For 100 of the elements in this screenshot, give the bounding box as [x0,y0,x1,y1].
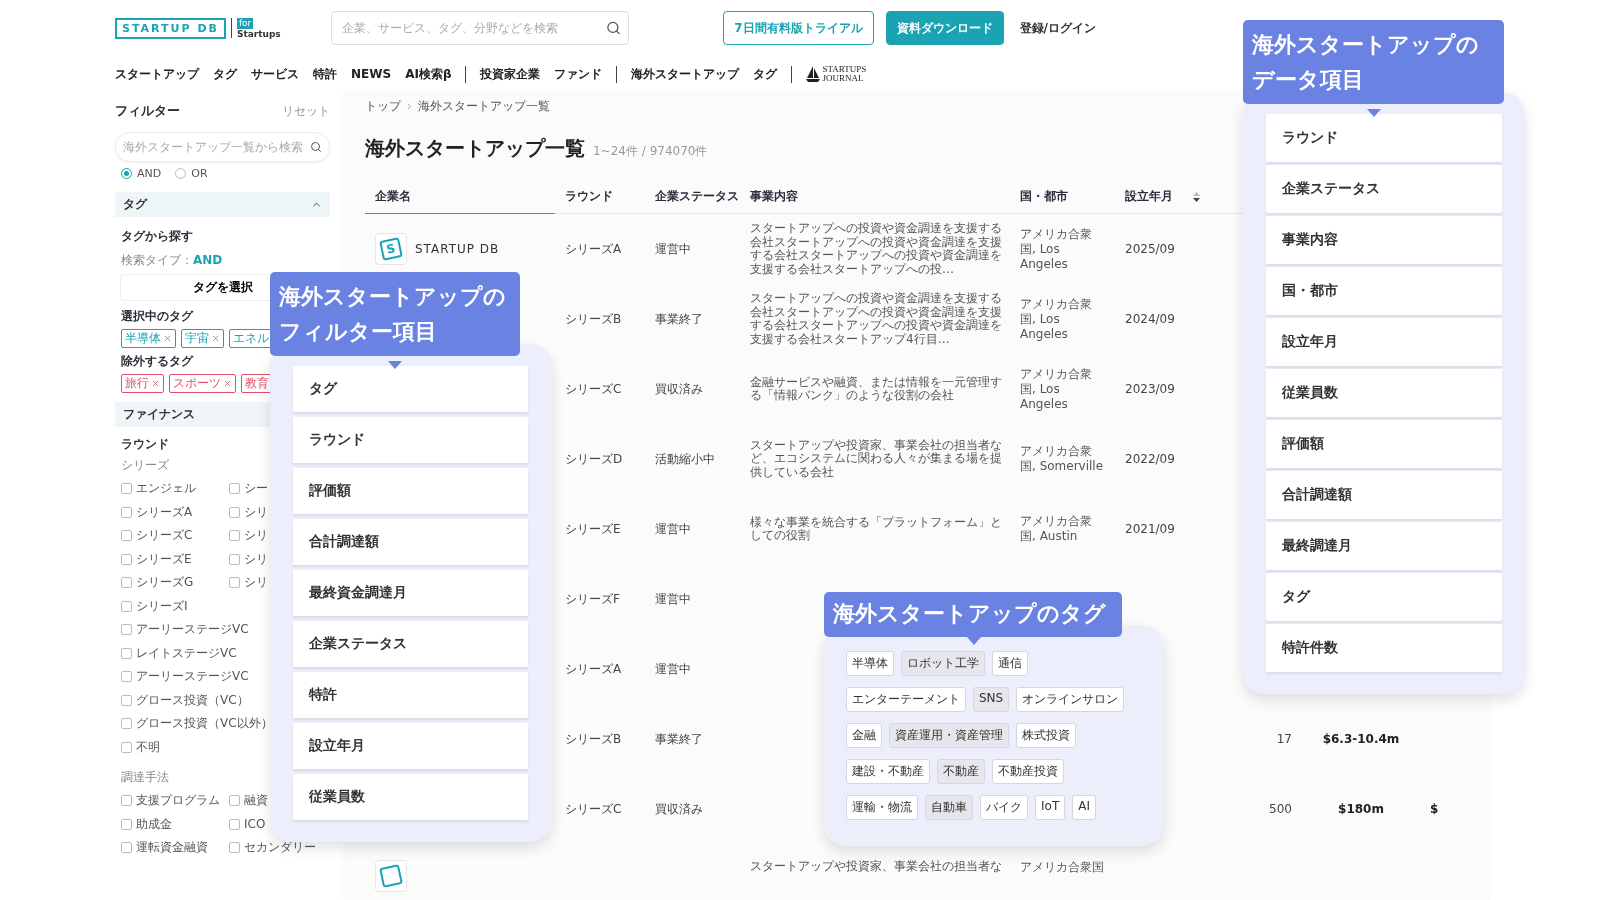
table-cell: $180m [1338,802,1384,816]
nav-link[interactable]: サービス [251,65,299,83]
checkbox-item[interactable]: エンジェル [121,477,196,501]
column-header[interactable]: 設立年月 [1115,180,1205,214]
close-icon[interactable] [223,379,232,388]
checkbox-item[interactable]: シリ [229,500,268,524]
table-cell: シリーズC [565,800,622,818]
column-header: 企業名 [365,180,555,214]
filter-item: 従業員数 [293,774,528,821]
close-icon[interactable] [211,334,220,343]
breadcrumb-link[interactable]: 海外スタートアップ一覧 [418,98,550,115]
checkbox[interactable] [229,483,240,495]
checkbox-item[interactable]: シリーズI [121,594,188,618]
nav-link[interactable]: 投資家企業 [480,65,541,83]
filter-item: 設立年月 [293,723,528,770]
checkbox-item[interactable]: アーリーステージVC [121,665,249,689]
tag-chip[interactable]: スポーツ [169,374,236,393]
close-icon[interactable] [151,379,160,388]
nav-link[interactable]: NEWS [351,67,392,81]
table-cell: 17 [1276,732,1292,746]
search-field[interactable]: 企業、サービス、タグ、分野などを検索 [330,11,629,45]
data-item: 企業ステータス [1266,165,1502,214]
checkbox[interactable] [121,600,132,612]
checkbox[interactable] [229,553,240,565]
checkbox-item[interactable]: グロース投資（VC） [121,688,249,712]
table-cell-text: アメリカ合衆国, Los Angeles [1020,366,1093,412]
checkbox-item[interactable]: シリ [229,547,268,571]
nav-link[interactable]: タグ [213,65,237,83]
checkbox[interactable] [121,483,132,495]
nav-link[interactable]: ファンド [554,65,603,83]
checkbox-item[interactable]: シリーズE [121,547,192,571]
checkbox-item[interactable]: シリーズC [121,524,193,548]
checkbox[interactable] [121,842,132,854]
checkbox[interactable] [121,718,132,730]
checkbox[interactable] [229,506,240,518]
sort-icon[interactable] [1193,191,1200,202]
table-cell: 買収済み [655,380,703,398]
tag-chip: エンターテーメント [846,686,966,712]
breadcrumb-link[interactable]: トップ [365,98,401,115]
close-icon[interactable] [163,334,172,343]
checkbox[interactable] [121,795,132,807]
radio-option[interactable]: OR [175,167,208,180]
search-icon[interactable] [605,20,621,36]
checkbox[interactable] [229,818,240,830]
checkbox[interactable] [121,577,132,589]
field-label: ラウンド [120,436,169,453]
checkbox-item[interactable]: グロース投資（VC以外） [121,712,273,736]
tag-chip[interactable]: 旅行 [121,374,164,393]
nav-link[interactable]: タグ [753,65,778,83]
table-cell: 2023/09 [1125,382,1175,396]
tag-chip: 運輸・物流 [846,794,918,820]
checkbox[interactable] [121,553,132,565]
checkbox[interactable] [121,671,132,683]
checkbox-item[interactable]: シー [229,477,268,501]
chevron-right-icon [405,102,414,111]
nav-link[interactable]: 特許 [313,65,337,83]
checkbox[interactable] [121,741,132,753]
checkbox-item[interactable]: セカンダリー [229,836,316,860]
tag-chip: 資産運用・資産管理 [889,722,1009,748]
data-item: ラウンド [1266,114,1502,163]
group-label: シリーズ [120,457,169,474]
checkbox[interactable] [121,506,132,518]
checkbox-item[interactable]: 融資 [229,789,268,813]
checkbox[interactable] [121,530,132,542]
checkbox-item[interactable]: シリーズG [121,571,194,595]
checkbox-item[interactable]: シリ [229,524,268,548]
checkbox[interactable] [229,842,240,854]
checkbox-item[interactable]: 支援プログラム [121,789,220,813]
checkbox[interactable] [121,818,132,830]
section-header[interactable]: タグ [115,192,330,217]
checkbox[interactable] [121,647,132,659]
filter-item: 最終資金調達月 [293,570,528,617]
search-icon[interactable] [310,141,322,153]
radio-option[interactable]: AND [121,167,162,180]
nav-link[interactable]: 海外スタートアップ [631,65,740,83]
checkbox[interactable] [229,530,240,542]
checkbox[interactable] [229,577,240,589]
checkbox-item[interactable]: アーリーステージVC [121,618,249,642]
checkbox-item[interactable]: シリ [229,571,268,595]
filter-item: ラウンド [293,417,528,464]
checkbox-item[interactable]: 不明 [121,735,160,759]
checkbox[interactable] [121,624,132,636]
checkbox[interactable] [229,795,240,807]
login-link[interactable]: 登録/ログイン [1015,11,1100,45]
filter-item: 特許 [293,672,528,719]
filter-item: タグ [293,366,528,413]
journal-logo[interactable]: STARTUPS JOURNAL [822,65,867,83]
checkbox-item[interactable]: 助成金 [121,812,172,836]
checkbox-item[interactable]: シリーズA [121,500,193,524]
checkbox-item[interactable]: レイトステージVC [121,641,237,665]
checkbox-item[interactable]: 運転資金融資 [121,836,208,860]
nav-link[interactable]: AI検索β [405,65,452,83]
filter-search-field[interactable]: 海外スタートアップ一覧から検索 [115,132,330,162]
company-name[interactable]: STARTUP DB [415,242,500,256]
nav-link[interactable]: スタートアップ [115,65,199,83]
table-cell-text: アメリカ合衆国, Los Angeles [1020,226,1093,272]
checkbox-item[interactable]: ICO [229,812,266,836]
page-title: 海外スタートアップ一覧 [365,135,585,162]
checkbox[interactable] [121,694,132,706]
table-cell: シリーズF [565,590,620,608]
